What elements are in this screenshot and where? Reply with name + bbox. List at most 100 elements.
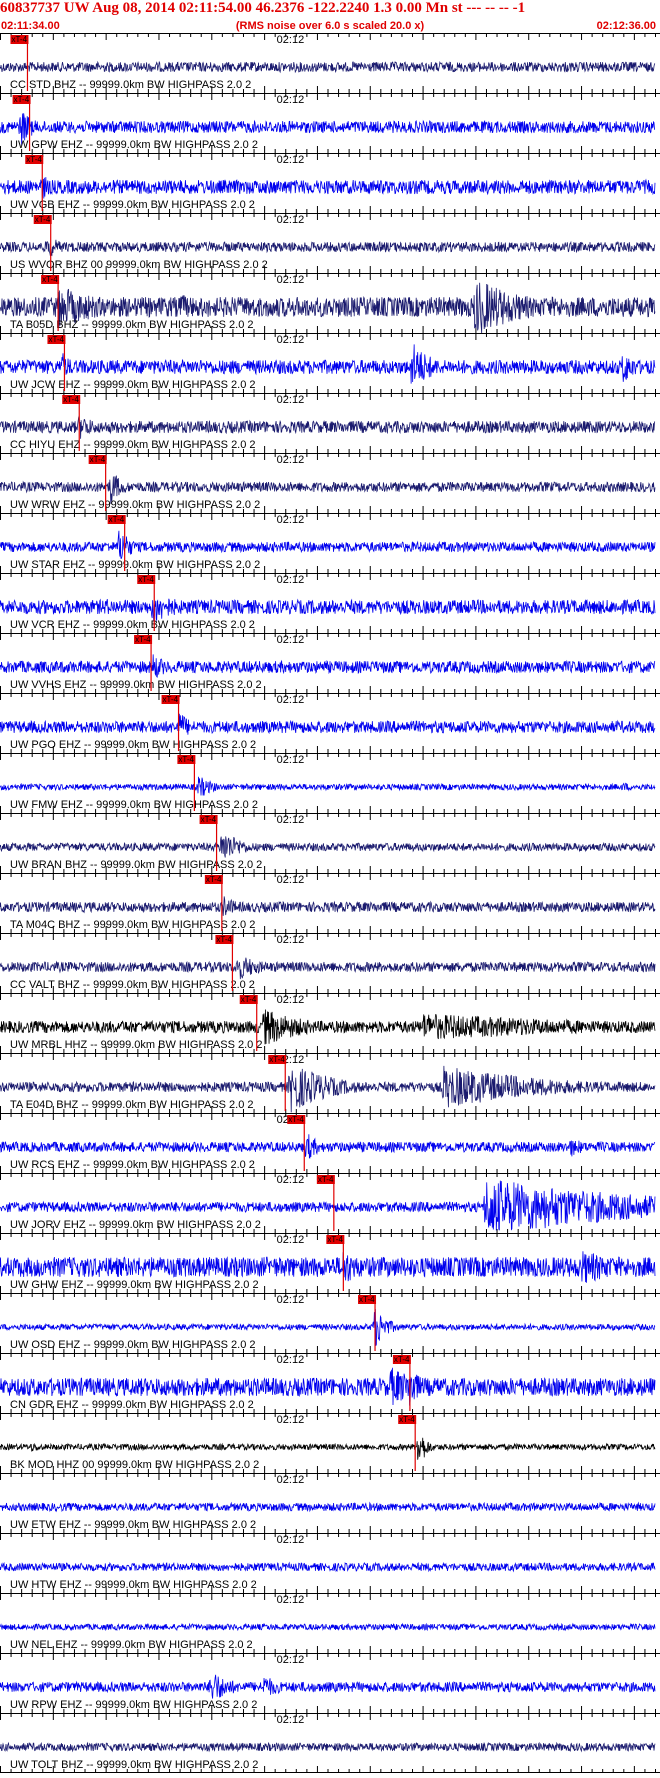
waveform-trace: [0, 896, 656, 916]
station-label: TA B05D BHZ -- 99999.0km BW HIGHPASS 2.0…: [10, 319, 254, 331]
pick-label: xT-4: [35, 215, 51, 224]
time-mark-label: 02:12: [277, 1594, 305, 1606]
time-mark-label: 02:12: [277, 1294, 305, 1306]
pick-label: xT-4: [327, 1235, 343, 1244]
waveform-trace: [0, 654, 656, 678]
waveform-trace: [0, 1251, 656, 1283]
waveform-trace: [0, 239, 656, 257]
time-mark-label: 02:12: [277, 454, 305, 466]
time-mark-label: 02:12: [277, 514, 305, 526]
pick-label: xT-4: [48, 335, 64, 344]
station-label: UW TOLT BHZ -- 99999.0km BW HIGHPASS 2.0…: [10, 1759, 258, 1771]
station-label: UW OSD EHZ -- 99999.0km BW HIGHPASS 2.0 …: [10, 1339, 256, 1351]
end-time-label: 02:12:36.00: [596, 20, 656, 32]
time-mark-label: 02:12: [277, 574, 305, 586]
time-mark-label: 02:12: [277, 1414, 305, 1426]
pick-label: xT-4: [241, 995, 257, 1004]
waveform-trace: [0, 1561, 656, 1573]
waveform-trace: [0, 598, 656, 622]
time-mark-label: 02:12: [277, 394, 305, 406]
station-label: UW BRAN BHZ -- 99999.0km BW HIGHPASS 2.0…: [10, 859, 262, 871]
station-label: CC STD BHZ -- 99999.0km BW HIGHPASS 2.0 …: [10, 79, 251, 91]
station-label: UW PGO EHZ -- 99999.0km BW HIGHPASS 2.0 …: [10, 739, 256, 751]
station-label: UW MRBL HHZ -- 99999.0km BW HIGHPASS 2.0…: [10, 1039, 262, 1051]
time-mark-label: 02:12: [277, 34, 305, 46]
time-mark-label: 02:12: [277, 1714, 305, 1726]
event-title: 60837737 UW Aug 08, 2014 02:11:54.00 46.…: [0, 0, 526, 16]
pick-label: xT-4: [42, 275, 58, 284]
station-label: UW WRW EHZ -- 99999.0km BW HIGHPASS 2.0 …: [10, 499, 260, 511]
pick-label: xT-4: [359, 1295, 375, 1304]
time-mark-label: 02:12: [277, 1474, 305, 1486]
station-label: CC HIYU EHZ -- 99999.0km BW HIGHPASS 2.0…: [10, 439, 256, 451]
time-mark-label: 02:12: [277, 154, 305, 166]
station-label: UW JORV EHZ -- 99999.0km BW HIGHPASS 2.0…: [10, 1219, 261, 1231]
plot-header: 60837737 UW Aug 08, 2014 02:11:54.00 46.…: [0, 0, 660, 33]
time-mark-label: 02:12: [277, 334, 305, 346]
pick-label: xT-4: [26, 155, 42, 164]
station-label: UW FMW EHZ -- 99999.0km BW HIGHPASS 2.0 …: [10, 799, 258, 811]
pick-label: xT-4: [201, 815, 217, 824]
pick-label: xT-4: [11, 35, 27, 44]
station-label: UW RPW EHZ -- 99999.0km BW HIGHPASS 2.0 …: [10, 1699, 257, 1711]
station-label: TA M04C BHZ -- 99999.0km BW HIGHPASS 2.0…: [10, 919, 255, 931]
waveform-trace: [0, 1674, 656, 1699]
station-label: CC VALT BHZ -- 99999.0km BW HIGHPASS 2.0…: [10, 979, 255, 991]
pick-label: xT-4: [399, 1415, 415, 1424]
pick-label: xT-4: [288, 1115, 304, 1124]
station-label: UW GHW EHZ -- 99999.0km BW HIGHPASS 2.0 …: [10, 1279, 259, 1291]
pick-label: xT-4: [138, 575, 154, 584]
pick-label: xT-4: [178, 755, 194, 764]
pick-label: xT-4: [14, 95, 30, 104]
station-label: UW GPW EHZ -- 99999.0km BW HIGHPASS 2.0 …: [10, 139, 258, 151]
time-mark-label: 02:12: [277, 1354, 305, 1366]
station-label: US WVOR BHZ 00 99999.0km BW HIGHPASS 2.0…: [10, 259, 268, 271]
time-mark-label: 02:12: [277, 1654, 305, 1666]
time-mark-label: 02:12: [277, 874, 305, 886]
pick-label: xT-4: [109, 515, 125, 524]
rms-note: (RMS noise over 6.0 s scaled 20.0 x): [235, 20, 425, 32]
station-label: UW STAR EHZ -- 99999.0km BW HIGHPASS 2.0…: [10, 559, 260, 571]
time-mark-label: 02:12: [277, 994, 305, 1006]
waveform-trace: [0, 415, 656, 439]
time-mark-label: 02:12: [277, 214, 305, 226]
station-label: CN GDR EHZ -- 99999.0km BW HIGHPASS 2.0 …: [10, 1399, 254, 1411]
waveform-trace: [0, 344, 656, 384]
time-mark-label: 02:12: [277, 1534, 305, 1546]
time-mark-label: 02:12: [277, 1174, 305, 1186]
waveform-trace: [0, 1437, 656, 1460]
waveform-trace: [0, 836, 656, 858]
waveform-trace: [0, 60, 656, 74]
pick-label: xT-4: [394, 1355, 410, 1364]
pick-label: xT-4: [206, 875, 222, 884]
waveform-trace: [0, 957, 656, 980]
station-label: UW VCR EHZ -- 99999.0km BW HIGHPASS 2.0 …: [10, 619, 255, 631]
pick-label: xT-4: [135, 635, 151, 644]
waveform-trace: [0, 530, 656, 559]
station-label: UW NEL EHZ -- 99999.0km BW HIGHPASS 2.0 …: [10, 1639, 253, 1651]
pick-label: xT-4: [216, 935, 232, 944]
station-label: TA E04D BHZ -- 99999.0km BW HIGHPASS 2.0…: [10, 1099, 254, 1111]
waveform-trace: [0, 1134, 656, 1159]
time-mark-label: 02:12: [277, 1234, 305, 1246]
station-label: UW RCS EHZ -- 99999.0km BW HIGHPASS 2.0 …: [10, 1159, 255, 1171]
time-mark-label: 02:12: [277, 94, 305, 106]
time-mark-label: 02:12: [277, 634, 305, 646]
pick-label: xT-4: [163, 695, 179, 704]
time-mark-label: 02:12: [277, 694, 305, 706]
waveform-trace: [0, 776, 656, 796]
pick-label: xT-4: [269, 1055, 285, 1064]
waveform-trace: [0, 713, 656, 735]
pick-label: xT-4: [318, 1175, 334, 1184]
pick-label: xT-4: [90, 455, 106, 464]
time-mark-label: 02:12: [277, 754, 305, 766]
waveform-trace: [0, 177, 656, 199]
waveform-trace: [0, 1741, 656, 1753]
pick-label: xT-4: [63, 395, 79, 404]
station-label: UW JCW EHZ -- 99999.0km BW HIGHPASS 2.0 …: [10, 379, 256, 391]
station-label: UW VGB EHZ -- 99999.0km BW HIGHPASS 2.0 …: [10, 199, 255, 211]
station-label: UW ETW EHZ -- 99999.0km BW HIGHPASS 2.0 …: [10, 1519, 256, 1531]
station-label: BK MOD HHZ 00 99999.0km BW HIGHPASS 2.0 …: [10, 1459, 259, 1471]
time-mark-label: 02:12: [277, 934, 305, 946]
station-label: UW VVHS EHZ -- 99999.0km BW HIGHPASS 2.0…: [10, 679, 262, 691]
